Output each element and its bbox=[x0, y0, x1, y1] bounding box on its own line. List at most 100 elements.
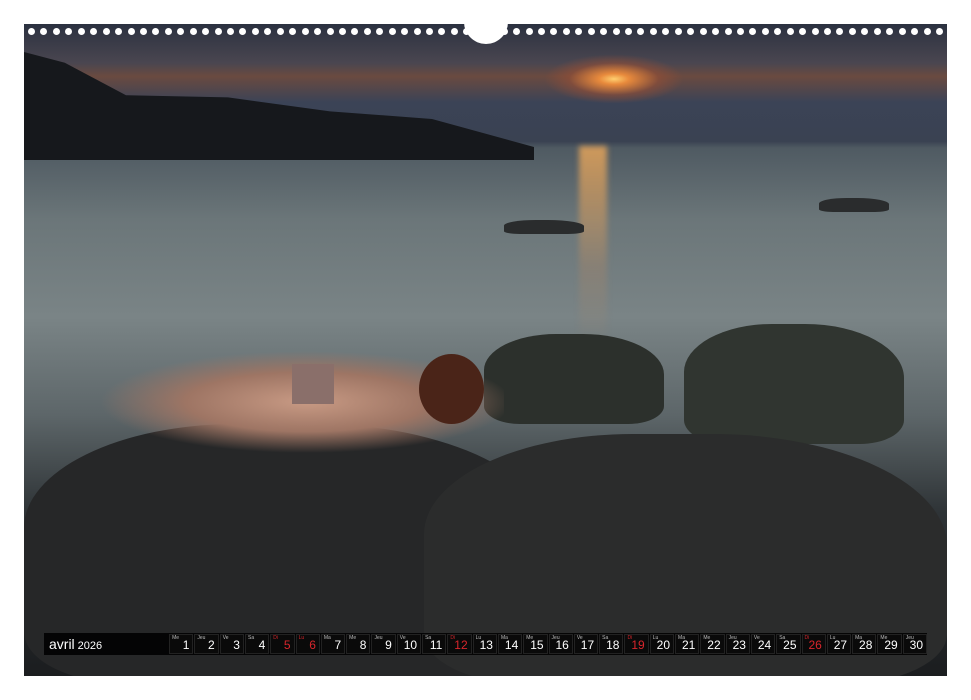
binding-hole bbox=[886, 28, 893, 35]
day-cell: Di26 bbox=[802, 634, 826, 654]
day-cell: Lu6 bbox=[296, 634, 320, 654]
day-number: 16 bbox=[555, 638, 568, 652]
day-number: 2 bbox=[208, 638, 215, 652]
day-number: 3 bbox=[233, 638, 240, 652]
binding-hole bbox=[749, 28, 756, 35]
binding-hole bbox=[662, 28, 669, 35]
binding-hole bbox=[264, 28, 271, 35]
day-cell: Sa4 bbox=[245, 634, 269, 654]
binding-hole bbox=[824, 28, 831, 35]
binding-hole bbox=[799, 28, 806, 35]
binding-hole bbox=[227, 28, 234, 35]
day-number: 23 bbox=[733, 638, 746, 652]
day-cell: Ve10 bbox=[397, 634, 421, 654]
day-cell: Lu27 bbox=[827, 634, 851, 654]
binding-hole bbox=[339, 28, 346, 35]
day-cell: Me22 bbox=[700, 634, 724, 654]
binding-hole bbox=[40, 28, 47, 35]
weekday-label: Ve bbox=[223, 635, 229, 641]
binding-hole bbox=[165, 28, 172, 35]
calendar-photo bbox=[24, 24, 947, 676]
weekday-label: Sa bbox=[248, 635, 254, 641]
day-cell: Ma14 bbox=[498, 634, 522, 654]
month-name: avril bbox=[49, 636, 75, 652]
weekday-label: Jeu bbox=[197, 635, 205, 641]
binding-hole bbox=[924, 28, 931, 35]
censor-block bbox=[292, 364, 334, 404]
binding-hole bbox=[899, 28, 906, 35]
day-number: 19 bbox=[631, 638, 644, 652]
binding-hole bbox=[849, 28, 856, 35]
weekday-label: Jeu bbox=[374, 635, 382, 641]
day-number: 18 bbox=[606, 638, 619, 652]
binding-hole bbox=[376, 28, 383, 35]
binding-hole bbox=[762, 28, 769, 35]
day-number: 26 bbox=[808, 638, 821, 652]
day-number: 6 bbox=[309, 638, 316, 652]
binding-hole bbox=[588, 28, 595, 35]
day-cell: Sa11 bbox=[422, 634, 446, 654]
day-cell: Jeu9 bbox=[371, 634, 395, 654]
binding-hole bbox=[78, 28, 85, 35]
binding-hole bbox=[650, 28, 657, 35]
binding-hole bbox=[513, 28, 520, 35]
binding-hole bbox=[90, 28, 97, 35]
rock bbox=[484, 334, 664, 424]
binding-hole bbox=[874, 28, 881, 35]
day-number: 1 bbox=[183, 638, 190, 652]
day-cell: Ve 3 bbox=[220, 634, 244, 654]
day-number: 10 bbox=[404, 638, 417, 652]
binding-hole bbox=[401, 28, 408, 35]
binding-hole bbox=[725, 28, 732, 35]
day-cell: Di12 bbox=[447, 634, 471, 654]
day-cell: Di5 bbox=[270, 634, 294, 654]
binding-hole bbox=[364, 28, 371, 35]
binding-hole bbox=[687, 28, 694, 35]
binding-hole bbox=[289, 28, 296, 35]
binding-hole bbox=[836, 28, 843, 35]
day-cell: Ma21 bbox=[675, 634, 699, 654]
binding-hole bbox=[414, 28, 421, 35]
binding-hole bbox=[351, 28, 358, 35]
day-number: 29 bbox=[884, 638, 897, 652]
binding-hole bbox=[737, 28, 744, 35]
binding-hole bbox=[575, 28, 582, 35]
headland-silhouette bbox=[24, 52, 534, 160]
rock bbox=[504, 220, 584, 234]
binding-hole bbox=[314, 28, 321, 35]
day-number: 13 bbox=[480, 638, 493, 652]
binding-hole bbox=[700, 28, 707, 35]
day-cell: Ve17 bbox=[574, 634, 598, 654]
day-cell: Me8 bbox=[346, 634, 370, 654]
day-cell: Me15 bbox=[523, 634, 547, 654]
binding-hole bbox=[637, 28, 644, 35]
day-cell: Di19 bbox=[624, 634, 648, 654]
binding-hole bbox=[563, 28, 570, 35]
day-number: 24 bbox=[758, 638, 771, 652]
day-number: 22 bbox=[707, 638, 720, 652]
binding-hole bbox=[202, 28, 209, 35]
hair bbox=[419, 354, 484, 424]
weekday-label: Ma bbox=[324, 635, 331, 641]
day-cell: Jeu2 bbox=[194, 634, 218, 654]
binding-hole bbox=[787, 28, 794, 35]
binding-hole bbox=[625, 28, 632, 35]
weekday-label: Me bbox=[172, 635, 179, 641]
day-cell: Me29 bbox=[877, 634, 901, 654]
year: 2026 bbox=[78, 640, 102, 652]
binding-hole bbox=[861, 28, 868, 35]
rock bbox=[819, 198, 889, 212]
day-number: 25 bbox=[783, 638, 796, 652]
binding-hole bbox=[538, 28, 545, 35]
binding-hole bbox=[115, 28, 122, 35]
binding-hole bbox=[177, 28, 184, 35]
day-number: 28 bbox=[859, 638, 872, 652]
day-number: 17 bbox=[581, 638, 594, 652]
day-number: 27 bbox=[834, 638, 847, 652]
binding-hole bbox=[327, 28, 334, 35]
day-cell: Me 1 bbox=[169, 634, 193, 654]
binding-hole bbox=[426, 28, 433, 35]
binding-hole bbox=[190, 28, 197, 35]
day-number: 11 bbox=[430, 638, 442, 652]
day-number: 12 bbox=[454, 638, 467, 652]
